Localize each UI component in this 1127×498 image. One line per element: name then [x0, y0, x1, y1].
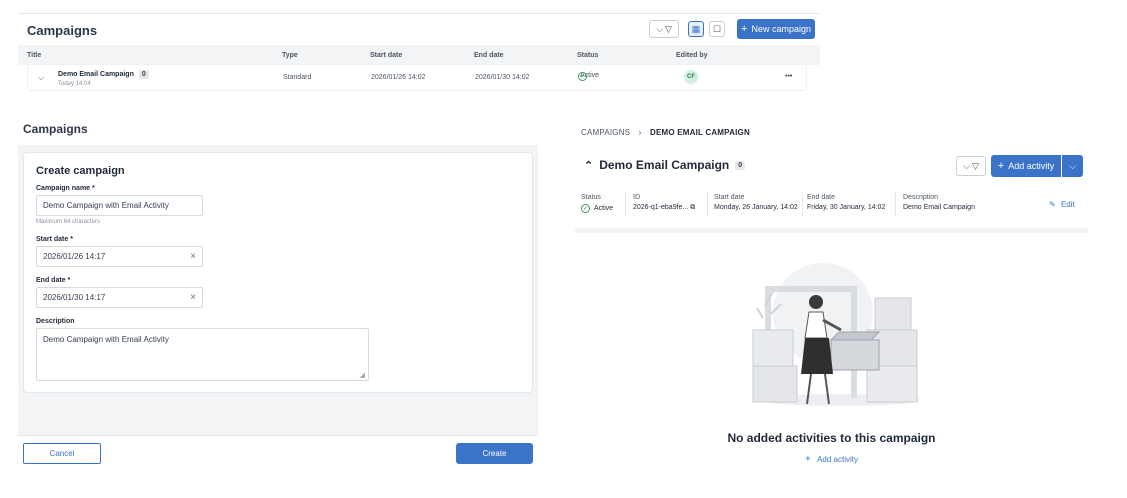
column-end-date: End date	[474, 52, 504, 59]
create-campaign-card: Create campaign Campaign name * Demo Cam…	[23, 152, 533, 393]
breadcrumb-campaigns-link[interactable]: CAMPAIGNS	[581, 128, 630, 137]
meta-id: ID 2026-q1-eba9fe... ⧉	[633, 194, 696, 211]
meta-description: Description Demo Email Campaign	[903, 194, 975, 211]
description-value: Demo Email Campaign	[903, 204, 975, 211]
end-date-label: End date *	[36, 277, 71, 284]
start-date-label: Start date *	[36, 236, 73, 243]
campaign-name-input[interactable]: Demo Campaign with Email Activity	[36, 195, 203, 216]
plus-icon: +	[997, 160, 1005, 172]
page-title: Campaigns	[27, 23, 98, 38]
start-date-input[interactable]: 2026/01/26 14:17 ×	[36, 246, 203, 267]
chevron-down-icon: ⌵	[656, 23, 663, 34]
column-start-date: Start date	[370, 52, 403, 59]
form-footer: Cancel Create	[18, 435, 538, 475]
column-title: Title	[27, 52, 42, 59]
filter-button[interactable]: ⌵ ▽	[956, 156, 986, 176]
check-circle-icon: ✓	[578, 72, 587, 81]
id-value: 2026-q1-eba9fe...	[633, 204, 689, 211]
campaign-header: ⌃ Demo Email Campaign 0	[584, 158, 746, 172]
column-edited-by: Edited by	[676, 52, 708, 59]
status-value: Active	[593, 205, 614, 213]
meta-end: End date Friday, 30 January, 14:02	[807, 194, 886, 211]
new-campaign-label: New campaign	[751, 24, 811, 34]
table-row[interactable]: ⌵ Demo Email Campaign 0 Today 14:04 Stan…	[27, 64, 807, 91]
campaign-end: 2026/01/30 14:02	[475, 74, 530, 81]
filter-icon: ▽	[664, 23, 672, 34]
activity-count-badge: 0	[138, 70, 149, 79]
campaign-title[interactable]: Demo Email Campaign 0	[58, 70, 149, 79]
breadcrumb: CAMPAIGNS › DEMO EMAIL CAMPAIGN	[581, 128, 750, 137]
new-campaign-button[interactable]: + New campaign	[737, 19, 815, 39]
description-label: Description	[36, 318, 75, 325]
add-activity-dropdown[interactable]: ⌵	[1062, 155, 1083, 177]
more-options-icon[interactable]: •••	[785, 73, 792, 80]
end-date-input[interactable]: 2026/01/30 14:17 ×	[36, 287, 203, 308]
start-date-value: 2026/01/26 14:17	[43, 252, 106, 261]
campaign-title: Demo Email Campaign	[599, 158, 730, 172]
chevron-down-icon: ⌵	[1069, 160, 1076, 171]
calendar-view-toggle[interactable]: ☐	[709, 21, 725, 37]
divider	[707, 191, 708, 217]
table-icon: ▦	[691, 23, 701, 34]
create-page-title: Campaigns	[23, 122, 88, 136]
pencil-icon: ✎	[1049, 200, 1056, 209]
column-type: Type	[282, 52, 298, 59]
add-activity-button[interactable]: + Add activity	[991, 155, 1061, 177]
plus-icon: +	[805, 454, 811, 465]
copy-icon[interactable]: ⧉	[690, 204, 695, 211]
empty-boxes-illustration	[752, 263, 920, 406]
edit-button[interactable]: ✎ Edit	[1049, 200, 1075, 209]
description-textarea[interactable]: Demo Campaign with Email Activity ◢	[36, 328, 369, 381]
campaign-name-value: Demo Campaign with Email Activity	[43, 201, 169, 210]
empty-add-activity-link[interactable]: + Add activity	[575, 454, 1088, 465]
campaign-start: 2026/01/26 14:02	[371, 74, 426, 81]
divider	[625, 191, 626, 217]
toolbar: ⌵ ▽	[649, 20, 679, 40]
campaign-name-label: Campaign name *	[36, 185, 95, 192]
clear-icon[interactable]: ×	[190, 251, 196, 262]
campaign-modified: Today 14:04	[58, 81, 91, 87]
chevron-right-icon: ›	[638, 128, 642, 137]
create-button[interactable]: Create	[456, 443, 533, 464]
activity-count-badge: 0	[735, 160, 746, 170]
divider	[802, 191, 803, 217]
campaigns-list-panel: Campaigns ⌵ ▽ ▦ ☐ + New campaign Title T…	[18, 13, 820, 93]
clear-icon[interactable]: ×	[190, 292, 196, 303]
divider	[895, 191, 896, 217]
check-circle-icon: ✓	[581, 204, 590, 213]
meta-start: Start date Monday, 26 January, 14:02	[714, 194, 798, 211]
cancel-button[interactable]: Cancel	[23, 443, 101, 464]
empty-state: No added activities to this campaign + A…	[575, 228, 1088, 468]
breadcrumb-current: DEMO EMAIL CAMPAIGN	[649, 128, 750, 137]
collapse-chevron-icon[interactable]: ⌃	[584, 159, 593, 172]
start-value: Monday, 26 January, 14:02	[714, 204, 798, 211]
description-value: Demo Campaign with Email Activity	[43, 335, 169, 344]
campaign-meta: Status ✓ Active ID 2026-q1-eba9fe... ⧉ S…	[575, 186, 1088, 222]
meta-status: Status ✓ Active	[581, 194, 614, 213]
campaign-type: Standard	[283, 74, 312, 81]
column-status: Status	[577, 52, 599, 59]
chevron-down-icon: ⌵	[963, 160, 970, 171]
table-view-toggle[interactable]: ▦	[688, 21, 704, 37]
empty-state-title: No added activities to this campaign	[727, 431, 936, 445]
end-date-value: 2026/01/30 14:17	[43, 293, 106, 302]
plus-icon: +	[741, 23, 748, 35]
filter-icon: ▽	[971, 160, 979, 171]
status-badge: ✓ Active	[578, 72, 600, 81]
resize-handle-icon[interactable]: ◢	[360, 371, 365, 379]
name-hint: Maximum 64 characters	[36, 219, 101, 225]
table-header: Title Type Start date End date Status Ed…	[18, 45, 820, 65]
filter-button[interactable]: ⌵ ▽	[649, 20, 679, 38]
calendar-icon: ☐	[712, 23, 722, 34]
card-title: Create campaign	[36, 165, 125, 177]
expand-chevron-icon[interactable]: ⌵	[38, 73, 44, 83]
end-value: Friday, 30 January, 14:02	[807, 204, 886, 211]
